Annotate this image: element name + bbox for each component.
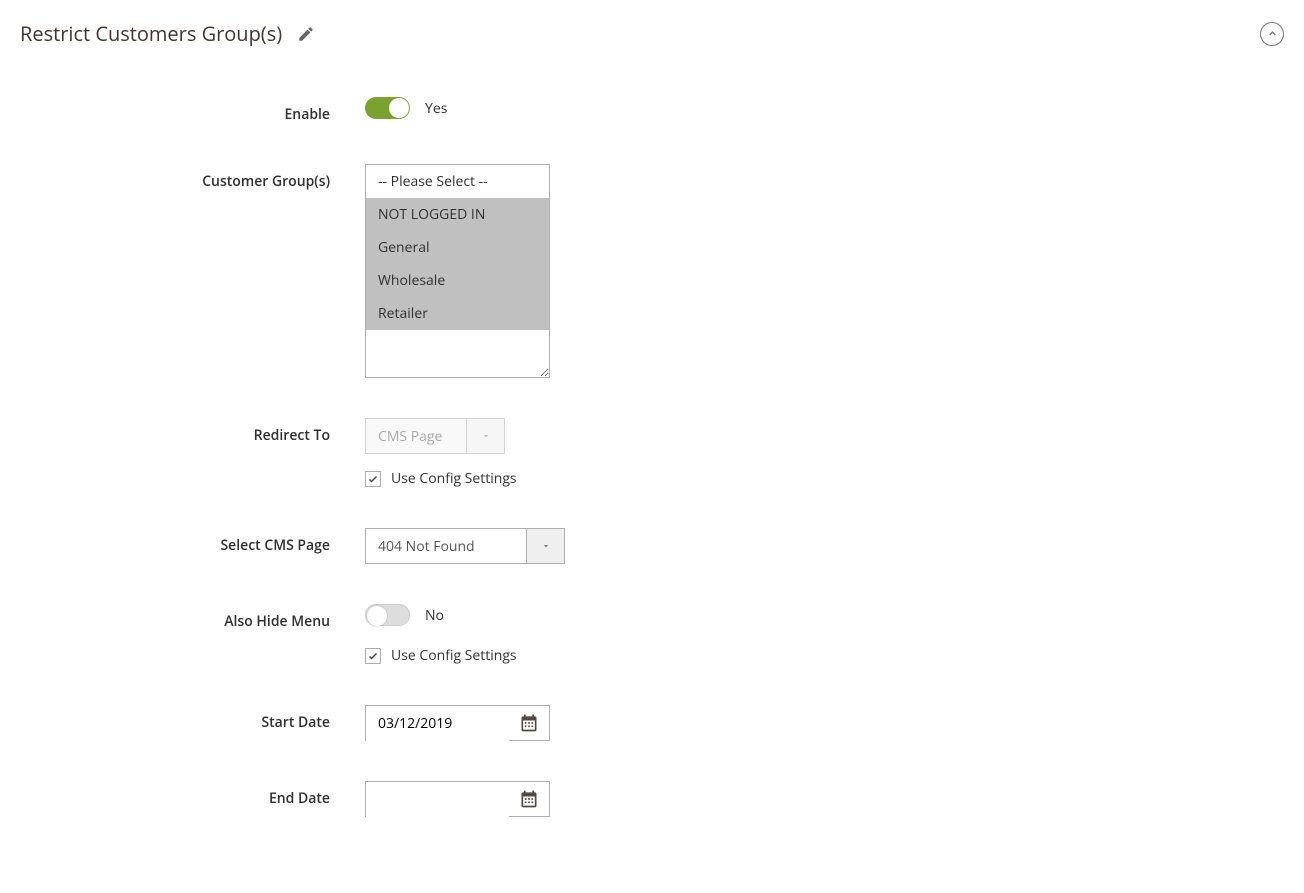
control-also-hide-menu: No Use Config Settings [365, 604, 1284, 665]
end-date-input[interactable] [366, 782, 509, 817]
control-start-date [365, 705, 1284, 741]
pencil-icon[interactable] [297, 25, 315, 43]
calendar-icon[interactable] [509, 713, 549, 733]
start-date-wrap [365, 705, 550, 741]
control-customer-groups: -- Please Select -- NOT LOGGED IN Genera… [365, 164, 1284, 378]
row-redirect-to: Redirect To CMS Page Use Config Settings [20, 418, 1284, 488]
start-date-input[interactable] [366, 706, 509, 741]
redirect-to-select: CMS Page [365, 418, 505, 454]
multiselect-option[interactable]: Wholesale [366, 264, 549, 297]
chevron-down-icon [466, 419, 504, 453]
control-enable: Yes [365, 97, 1284, 124]
hide-menu-toggle-text: No [425, 606, 444, 625]
multiselect-option[interactable]: Retailer [366, 297, 549, 330]
label-enable: Enable [20, 97, 365, 124]
label-customer-groups: Customer Group(s) [20, 164, 365, 191]
customer-groups-multiselect[interactable]: -- Please Select -- NOT LOGGED IN Genera… [365, 164, 550, 378]
row-select-cms-page: Select CMS Page 404 Not Found [20, 528, 1284, 564]
hide-menu-use-config-label: Use Config Settings [391, 646, 517, 665]
collapse-icon[interactable] [1260, 22, 1284, 46]
label-start-date: Start Date [20, 705, 365, 732]
control-end-date [365, 781, 1284, 817]
enable-toggle[interactable] [365, 97, 410, 119]
multiselect-option[interactable]: NOT LOGGED IN [366, 198, 549, 231]
select-cms-page-select[interactable]: 404 Not Found [365, 528, 565, 564]
select-cms-page-value: 404 Not Found [366, 529, 526, 563]
hide-menu-toggle-wrap: No [365, 604, 444, 626]
calendar-icon[interactable] [509, 789, 549, 809]
label-select-cms-page: Select CMS Page [20, 528, 365, 555]
enable-toggle-wrap: Yes [365, 97, 447, 119]
row-start-date: Start Date [20, 705, 1284, 741]
redirect-use-config-label: Use Config Settings [391, 469, 517, 488]
label-redirect-to: Redirect To [20, 418, 365, 445]
label-end-date: End Date [20, 781, 365, 808]
enable-toggle-text: Yes [425, 99, 447, 118]
chevron-down-icon[interactable] [526, 529, 564, 563]
section-title: Restrict Customers Group(s) [20, 20, 282, 47]
row-end-date: End Date [20, 781, 1284, 817]
hide-menu-toggle[interactable] [365, 604, 410, 626]
control-select-cms-page: 404 Not Found [365, 528, 1284, 564]
section-title-wrap: Restrict Customers Group(s) [20, 20, 315, 47]
redirect-use-config-row: Use Config Settings [365, 469, 1284, 488]
control-redirect-to: CMS Page Use Config Settings [365, 418, 1284, 488]
multiselect-option[interactable]: General [366, 231, 549, 264]
row-customer-groups: Customer Group(s) -- Please Select -- NO… [20, 164, 1284, 378]
label-also-hide-menu: Also Hide Menu [20, 604, 365, 631]
row-enable: Enable Yes [20, 97, 1284, 124]
row-also-hide-menu: Also Hide Menu No Use Config Settings [20, 604, 1284, 665]
redirect-to-select-value: CMS Page [366, 419, 466, 453]
multiselect-option[interactable]: -- Please Select -- [366, 165, 549, 198]
hide-menu-use-config-row: Use Config Settings [365, 646, 1284, 665]
section-header: Restrict Customers Group(s) [20, 20, 1284, 47]
end-date-wrap [365, 781, 550, 817]
redirect-use-config-checkbox[interactable] [365, 471, 381, 487]
hide-menu-use-config-checkbox[interactable] [365, 648, 381, 664]
